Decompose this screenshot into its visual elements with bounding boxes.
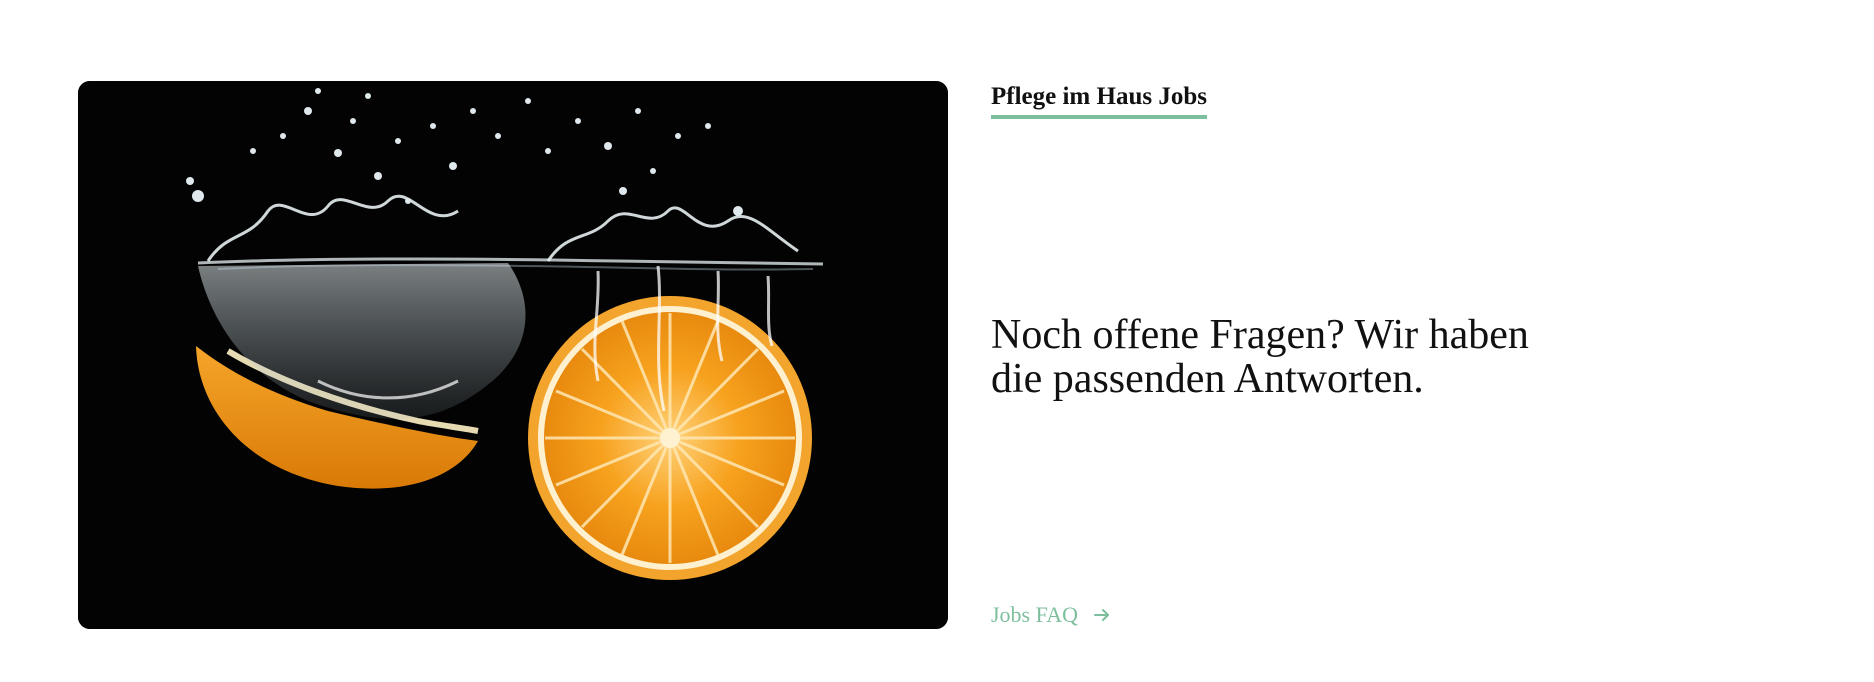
arrow-right-icon [1092, 605, 1112, 625]
jobs-faq-link-label: Jobs FAQ [991, 602, 1079, 627]
jobs-faq-link[interactable]: Jobs FAQ [991, 601, 1112, 629]
headline-line-1: Noch offene Fragen? Wir haben [991, 312, 1529, 358]
orange-splash-illustration [78, 81, 948, 629]
section-eyebrow: Pflege im Haus Jobs [991, 81, 1207, 119]
section-headline: Noch offene Fragen? Wir haben die passen… [991, 313, 1611, 401]
headline-line-2: die passenden Antworten. [991, 356, 1424, 402]
faq-teaser-section: Pflege im Haus Jobs Noch offene Fragen? … [991, 81, 1791, 629]
hero-image [78, 81, 948, 629]
